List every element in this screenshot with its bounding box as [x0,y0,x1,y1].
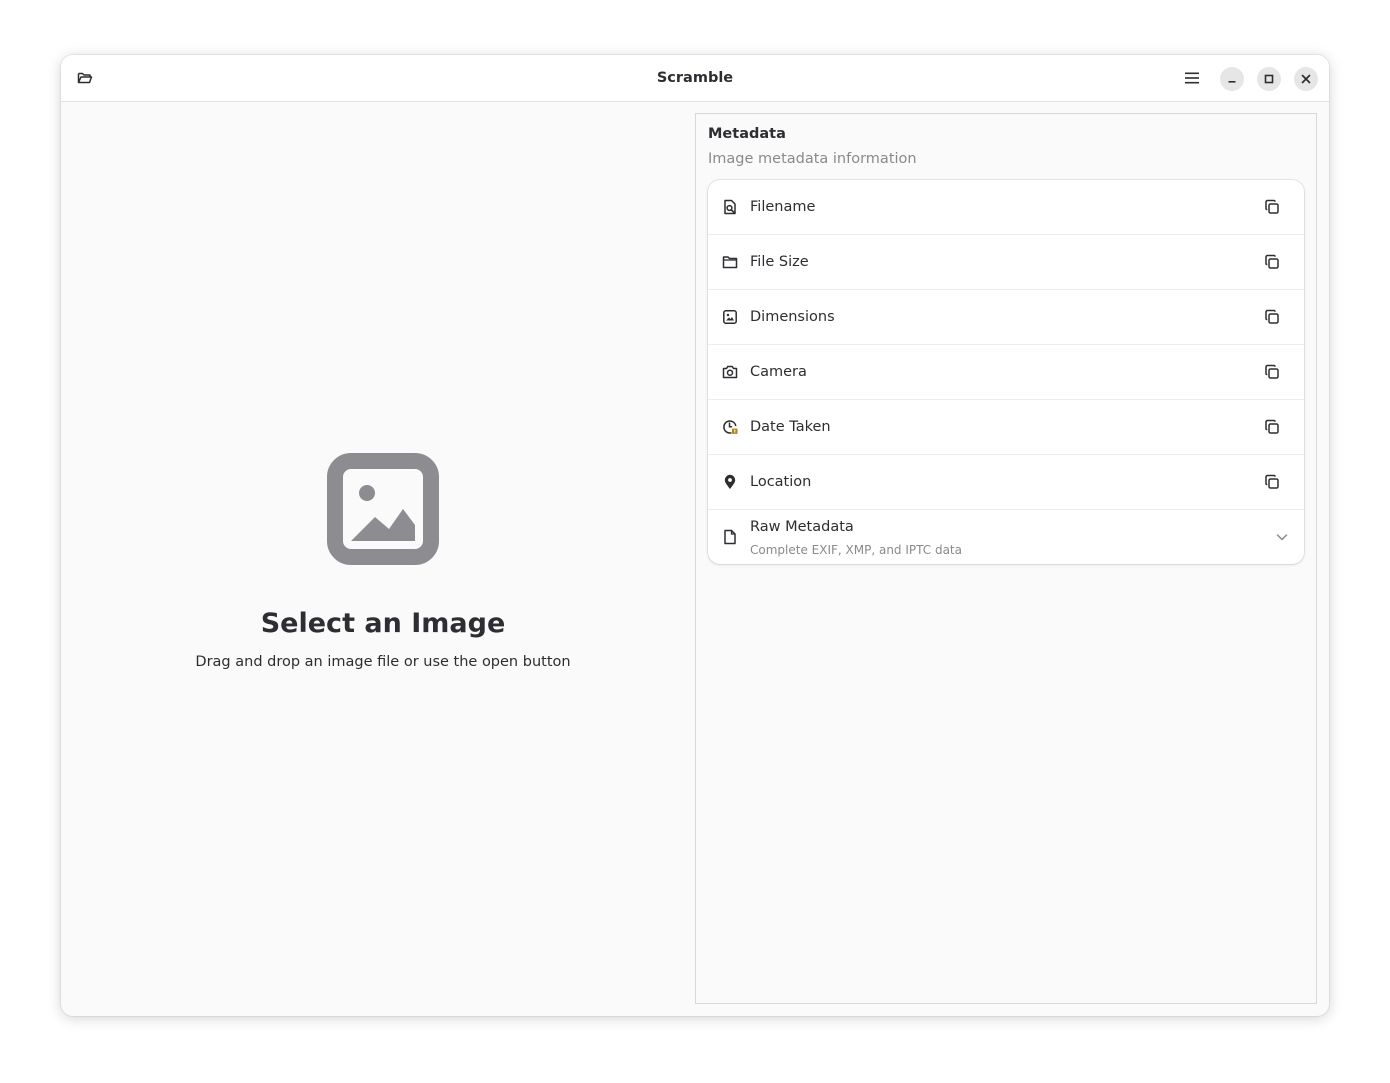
app-window: Scramble Select an Image Drag and drop a… [61,55,1329,1016]
metadata-row-label: File Size [750,254,809,270]
raw-metadata-expander[interactable]: Raw Metadata Complete EXIF, XMP, and IPT… [708,510,1304,564]
metadata-heading: Metadata [708,126,786,142]
metadata-row-camera[interactable]: Camera [708,345,1304,400]
copy-filename-button[interactable] [1258,193,1286,221]
open-file-button[interactable] [71,64,99,92]
empty-state-title: Select an Image [260,608,506,639]
folder-open-icon [77,72,93,84]
copy-icon [1265,309,1279,324]
file-search-icon [721,198,739,216]
copy-icon [1265,254,1279,269]
close-icon [1301,74,1311,84]
copy-icon [1265,474,1279,489]
metadata-row-label: Filename [750,199,816,215]
copy-dimensions-button[interactable] [1258,303,1286,331]
metadata-row-label: Date Taken [750,419,831,435]
copy-location-button[interactable] [1258,468,1286,496]
empty-state-description: Drag and drop an image file or use the o… [195,654,571,670]
metadata-row-label: Camera [750,364,807,380]
maximize-icon [1264,74,1274,84]
metadata-row-filename[interactable]: Filename [708,180,1304,235]
metadata-list: Filename File Size Dimensions Camera Dat… [708,180,1304,564]
copy-icon [1265,364,1279,379]
metadata-row-label: Dimensions [750,309,835,325]
minimize-button[interactable] [1220,67,1244,91]
copy-icon [1265,199,1279,214]
minimize-icon [1228,81,1236,83]
chevron-down-icon[interactable] [1272,527,1292,547]
maximize-button[interactable] [1257,67,1281,91]
map-pin-icon [721,473,739,491]
clock-icon [721,418,739,436]
metadata-row-location[interactable]: Location [708,455,1304,510]
copy-camera-button[interactable] [1258,358,1286,386]
metadata-row-dimensions[interactable]: Dimensions [708,290,1304,345]
headerbar: Scramble [61,55,1329,102]
hamburger-menu-icon [1185,72,1199,84]
metadata-panel: Metadata Image metadata information File… [695,113,1317,1004]
copy-icon [1265,419,1279,434]
copy-file-size-button[interactable] [1258,248,1286,276]
image-placeholder-icon [327,453,439,565]
image-icon [721,308,739,326]
metadata-row-file-size[interactable]: File Size [708,235,1304,290]
close-button[interactable] [1294,67,1318,91]
folder-icon [721,253,739,271]
raw-metadata-subtitle: Complete EXIF, XMP, and IPTC data [750,543,962,557]
copy-date-taken-button[interactable] [1258,413,1286,441]
raw-metadata-label: Raw Metadata [750,519,854,535]
metadata-row-date-taken[interactable]: Date Taken [708,400,1304,455]
metadata-subheading: Image metadata information [708,151,917,167]
camera-icon [721,363,739,381]
main-menu-button[interactable] [1178,64,1206,92]
window-title: Scramble [656,70,734,86]
metadata-row-label: Location [750,474,812,490]
document-icon [721,528,739,546]
empty-state: Select an Image Drag and drop an image f… [61,102,695,1016]
